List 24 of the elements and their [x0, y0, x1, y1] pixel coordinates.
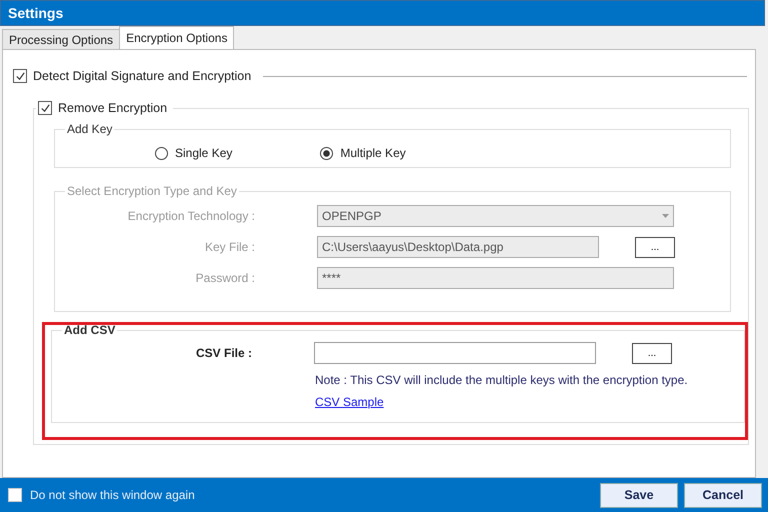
field-label: Password : — [194, 271, 256, 285]
checkbox-label: Do not show this window again — [30, 488, 195, 502]
note-text: Note : This CSV will include the multiple keys with the encryption type. — [315, 373, 689, 387]
field-label: Encryption Technology : — [126, 209, 256, 223]
cancel-button[interactable]: Cancel — [684, 482, 762, 508]
browse-button[interactable]: ... — [632, 342, 672, 364]
group-title: Add CSV — [63, 323, 116, 337]
save-button[interactable]: Save — [600, 482, 678, 508]
csv-sample-link[interactable]: CSV Sample — [315, 395, 384, 409]
field-label: Key File : — [204, 240, 256, 254]
field-label: CSV File : — [194, 346, 253, 360]
checkbox-label: Remove Encryption — [58, 101, 168, 115]
group-title: Select Encryption Type and Key — [66, 184, 238, 198]
window-title: Settings — [8, 5, 64, 21]
radio-option[interactable]: Single Key — [155, 146, 232, 160]
checkbox[interactable] — [38, 101, 52, 115]
caret-icon — [662, 214, 669, 218]
tab[interactable]: Encryption Options — [119, 26, 234, 49]
checkbox[interactable] — [13, 69, 27, 83]
group-title: Add Key — [66, 122, 114, 136]
radio-option[interactable]: Multiple Key — [320, 146, 406, 160]
tab[interactable]: Processing Options — [2, 29, 120, 49]
input-field[interactable] — [314, 342, 596, 364]
checkbox-label: Detect Digital Signature and Encryption — [33, 69, 252, 83]
